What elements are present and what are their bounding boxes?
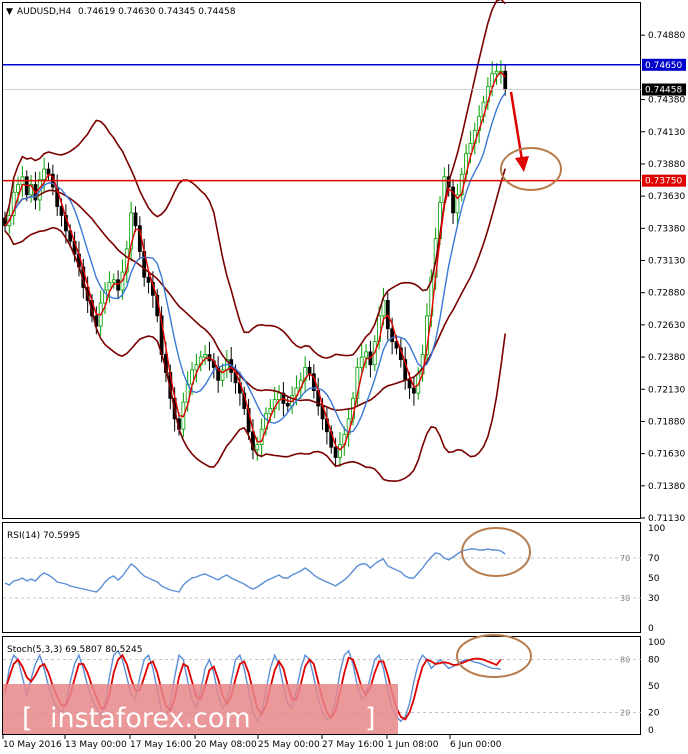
candle-body xyxy=(307,366,312,375)
price-tick-label: 0.74380 xyxy=(648,96,685,106)
price-tick-label: 0.72630 xyxy=(648,321,685,331)
price-tick-label: 0.71380 xyxy=(648,482,685,492)
price-tick-label: 0.74880 xyxy=(648,31,685,41)
candle-body xyxy=(285,403,290,407)
rsi-level-label: 30 xyxy=(620,594,630,603)
candle-body xyxy=(268,408,273,415)
header-ohlc: 0.74619 0.74630 0.74345 0.74458 xyxy=(78,7,236,17)
candle-body xyxy=(16,184,20,193)
rsi-tick-label: 70 xyxy=(648,554,660,564)
time-axis-label: 1 Jun 08:00 xyxy=(387,740,439,750)
header-symbol: AUDUSD,H4 xyxy=(17,7,72,17)
candle-body xyxy=(203,354,208,358)
watermark-text: instaforex.com xyxy=(50,703,251,734)
chart-canvas: 0.74880 0.74380 0.74130 0.73880 0.73630 0.733… xyxy=(0,0,688,754)
candle-body xyxy=(133,212,138,227)
stoch-title: Stoch(5,3,3) 69.5807 80.5245 xyxy=(7,645,142,655)
candle-body xyxy=(111,279,116,283)
time-axis-label: 27 May 16:00 xyxy=(322,740,384,750)
price-tick-label: 0.72880 xyxy=(648,289,685,299)
rsi-title: RSI(14) 70.5995 xyxy=(7,531,80,541)
candle-body xyxy=(277,392,281,400)
stoch-tick-label: 50 xyxy=(648,682,660,692)
time-axis-label: 10 May 2016 xyxy=(3,740,62,750)
rsi-tick-label: 100 xyxy=(648,524,665,534)
time-axis-label: 13 May 00:00 xyxy=(65,740,127,750)
rsi-tick-label: 30 xyxy=(648,594,660,604)
candle-body xyxy=(146,276,151,283)
price-tick-label: 0.73130 xyxy=(648,257,685,267)
candle-body xyxy=(411,387,416,394)
candle-body xyxy=(364,351,368,358)
current-level-label: 0.74458 xyxy=(645,86,682,96)
rsi-tick-label: 0 xyxy=(648,624,654,634)
stoch-tick-label: 80 xyxy=(648,656,660,666)
rsi-tick-label: 50 xyxy=(648,574,660,584)
price-tick-label: 0.73880 xyxy=(648,160,685,170)
resistance-level-label: 0.74650 xyxy=(645,61,682,71)
stoch-tick-label: 20 xyxy=(648,708,660,718)
price-tick-label: 0.73630 xyxy=(648,192,685,202)
watermark-close-bracket: ] xyxy=(365,703,376,734)
stoch-tick-label: 100 xyxy=(648,638,665,648)
candle-body xyxy=(390,328,395,343)
price-tick-label: 0.71880 xyxy=(648,417,685,427)
rsi-level-label: 70 xyxy=(620,554,630,563)
time-axis-label: 20 May 08:00 xyxy=(195,740,257,750)
support-level-label: 0.73750 xyxy=(645,177,682,187)
price-tick-label: 0.73380 xyxy=(648,224,685,234)
time-axis-label: 6 Jun 00:00 xyxy=(450,740,502,750)
price-tick-label: 0.74130 xyxy=(648,128,685,138)
watermark-open-bracket: [ xyxy=(22,703,33,734)
stoch-level-label: 80 xyxy=(620,656,630,665)
time-axis-label: 17 May 16:00 xyxy=(130,740,192,750)
candle-body xyxy=(116,279,120,291)
header-arrow-icon: ▼ xyxy=(6,7,13,17)
candle-body xyxy=(255,444,260,451)
price-tick-label: 0.71630 xyxy=(648,450,685,460)
chart-background xyxy=(0,0,688,754)
candle-body xyxy=(359,356,364,368)
stoch-tick-label: 0 xyxy=(648,726,654,736)
candle-body xyxy=(407,379,412,389)
candle-body xyxy=(333,446,338,458)
time-axis-label: 25 May 00:00 xyxy=(258,740,320,750)
price-tick-label: 0.71130 xyxy=(648,514,685,524)
candle-body xyxy=(338,444,342,458)
price-tick-label: 0.72380 xyxy=(648,353,685,363)
candle-body xyxy=(494,70,499,75)
price-tick-label: 0.72130 xyxy=(648,385,685,395)
stoch-level-label: 20 xyxy=(620,708,630,717)
candle-body xyxy=(503,70,508,90)
candle-body xyxy=(42,168,47,180)
